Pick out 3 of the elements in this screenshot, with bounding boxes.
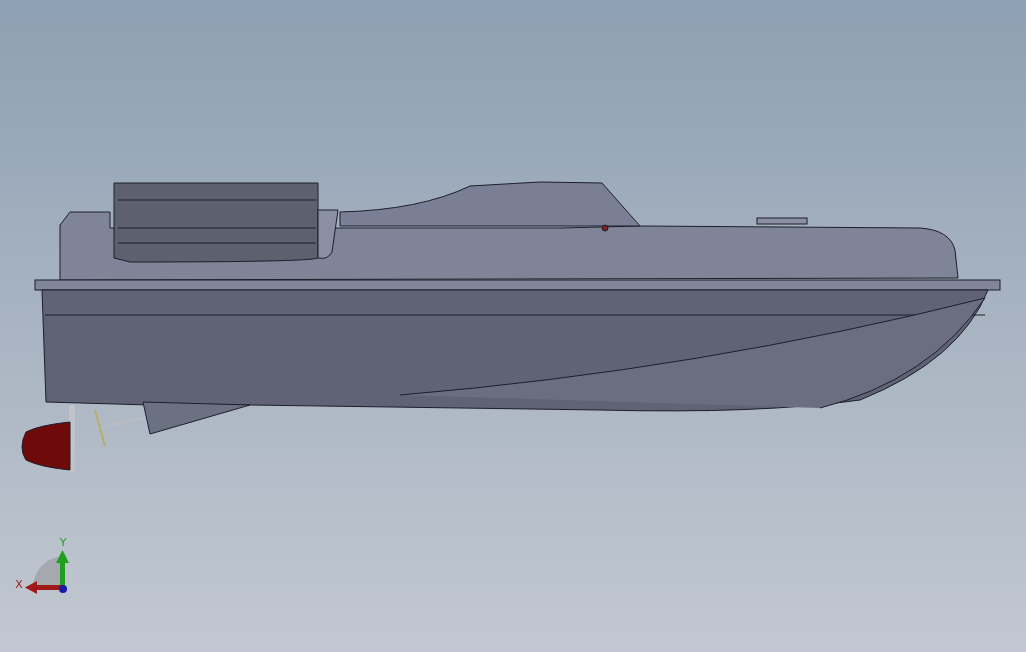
- axis-label: Y: [59, 536, 67, 549]
- axis-triad-drawing: [25, 550, 69, 594]
- axis-label: X: [15, 578, 23, 591]
